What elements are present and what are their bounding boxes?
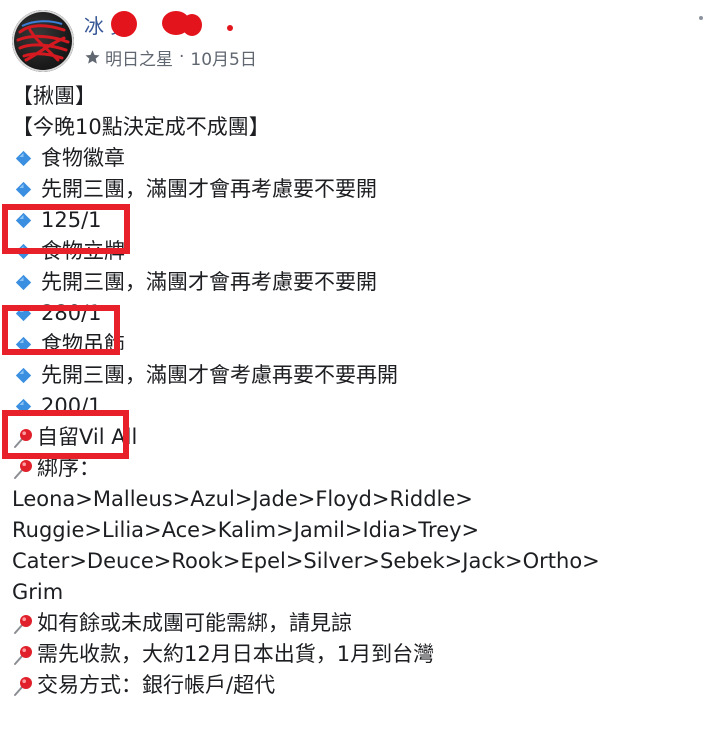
post-line-text: 200/1 bbox=[41, 394, 102, 418]
post-line-text: 【今晚10點決定成不成團】 bbox=[12, 115, 270, 139]
avatar[interactable] bbox=[12, 10, 74, 72]
post-line: 需先收款，大約12月日本出貨，1月到台灣 bbox=[12, 639, 702, 670]
post-line: 食物立牌 bbox=[12, 236, 702, 267]
post-line: 食物徽章 bbox=[12, 143, 702, 174]
blue-diamond-icon bbox=[15, 398, 32, 415]
post-line: Cater>Deuce>Rook>Epel>Silver>Sebek>Jack>… bbox=[12, 546, 702, 577]
post-line: 280/1 bbox=[12, 298, 702, 329]
post-line-text: Leona>Malleus>Azul>Jade>Floyd>Riddle> bbox=[12, 487, 473, 511]
post-line-text: Cater>Deuce>Rook>Epel>Silver>Sebek>Jack>… bbox=[12, 549, 600, 573]
post-line: 先開三團，滿團才會考慮再要不要再開 bbox=[12, 360, 702, 391]
blue-diamond-icon bbox=[15, 367, 32, 384]
post-line: 【揪團】 bbox=[12, 81, 702, 112]
blue-diamond-icon bbox=[15, 305, 32, 322]
post-line: Ruggie>Lilia>Ace>Kalim>Jamil>Idia>Trey> bbox=[12, 515, 702, 546]
post-line-text: 280/1 bbox=[41, 301, 102, 325]
post-line: 200/1 bbox=[12, 391, 702, 422]
post-line-text: 食物立牌 bbox=[41, 239, 125, 263]
blue-diamond-icon bbox=[15, 150, 32, 167]
post-line: Grim bbox=[12, 577, 702, 608]
avatar-ring bbox=[12, 10, 74, 72]
post-line-text: 食物吊飾 bbox=[41, 332, 125, 356]
post-line-text: 需先收款，大約12月日本出貨，1月到台灣 bbox=[37, 642, 435, 666]
round-pushpin-icon bbox=[14, 645, 32, 665]
badge-label[interactable]: 明日之星 bbox=[105, 45, 173, 70]
post-line-text: 自留Vil All bbox=[37, 425, 138, 449]
post-line: 125/1 bbox=[12, 205, 702, 236]
post-line: 綁序： bbox=[12, 453, 702, 484]
post-line-text: 先開三團，滿團才會再考慮要不要開 bbox=[41, 177, 377, 201]
blue-diamond-icon bbox=[15, 274, 32, 291]
post-line: 自留Vil All bbox=[12, 422, 702, 453]
post-meta: 明日之星 · 10月5日 bbox=[84, 45, 257, 70]
post-line-text: 交易方式：銀行帳戶/超代 bbox=[37, 673, 276, 697]
post-line: 先開三團，滿團才會再考慮要不要開 bbox=[12, 174, 702, 205]
post-line: 先開三團，滿團才會再考慮要不要開 bbox=[12, 267, 702, 298]
name-redaction bbox=[111, 11, 233, 37]
blue-diamond-icon bbox=[15, 336, 32, 353]
meta-separator: · bbox=[179, 47, 185, 67]
post-body: 【揪團】【今晚10點決定成不成團】食物徽章先開三團，滿團才會再考慮要不要開 125… bbox=[12, 81, 702, 701]
star-badge-icon bbox=[85, 49, 100, 64]
blue-diamond-icon bbox=[15, 243, 32, 260]
blue-diamond-icon bbox=[15, 212, 32, 229]
post-line-text: Ruggie>Lilia>Ace>Kalim>Jamil>Idia>Trey> bbox=[12, 518, 480, 542]
post-line: 【今晚10點決定成不成團】 bbox=[12, 112, 702, 143]
blue-diamond-icon bbox=[15, 181, 32, 198]
post-line-text: 125/1 bbox=[41, 208, 102, 232]
post-line-text: 【揪團】 bbox=[12, 84, 96, 108]
post-line-text: 先開三團，滿團才會再考慮要不要開 bbox=[41, 270, 377, 294]
round-pushpin-icon bbox=[14, 676, 32, 696]
post-line-text: 食物徽章 bbox=[41, 146, 125, 170]
post-line: 交易方式：銀行帳戶/超代 bbox=[12, 670, 702, 701]
post-timestamp[interactable]: 10月5日 bbox=[190, 45, 256, 70]
post-line-text: 綁序： bbox=[37, 456, 100, 480]
more-options-icon[interactable] bbox=[699, 16, 703, 20]
post-line: Leona>Malleus>Azul>Jade>Floyd>Riddle> bbox=[12, 484, 702, 515]
round-pushpin-icon bbox=[14, 428, 32, 448]
post-line: 食物吊飾 bbox=[12, 329, 702, 360]
post-line-text: Grim bbox=[12, 580, 64, 604]
post-line-text: 如有餘或未成團可能需綁，請見諒 bbox=[37, 611, 352, 635]
round-pushpin-icon bbox=[14, 459, 32, 479]
post-line: 如有餘或未成團可能需綁，請見諒 bbox=[12, 608, 702, 639]
round-pushpin-icon bbox=[14, 614, 32, 634]
post-line-text: 先開三團，滿團才會考慮再要不要再開 bbox=[41, 363, 398, 387]
